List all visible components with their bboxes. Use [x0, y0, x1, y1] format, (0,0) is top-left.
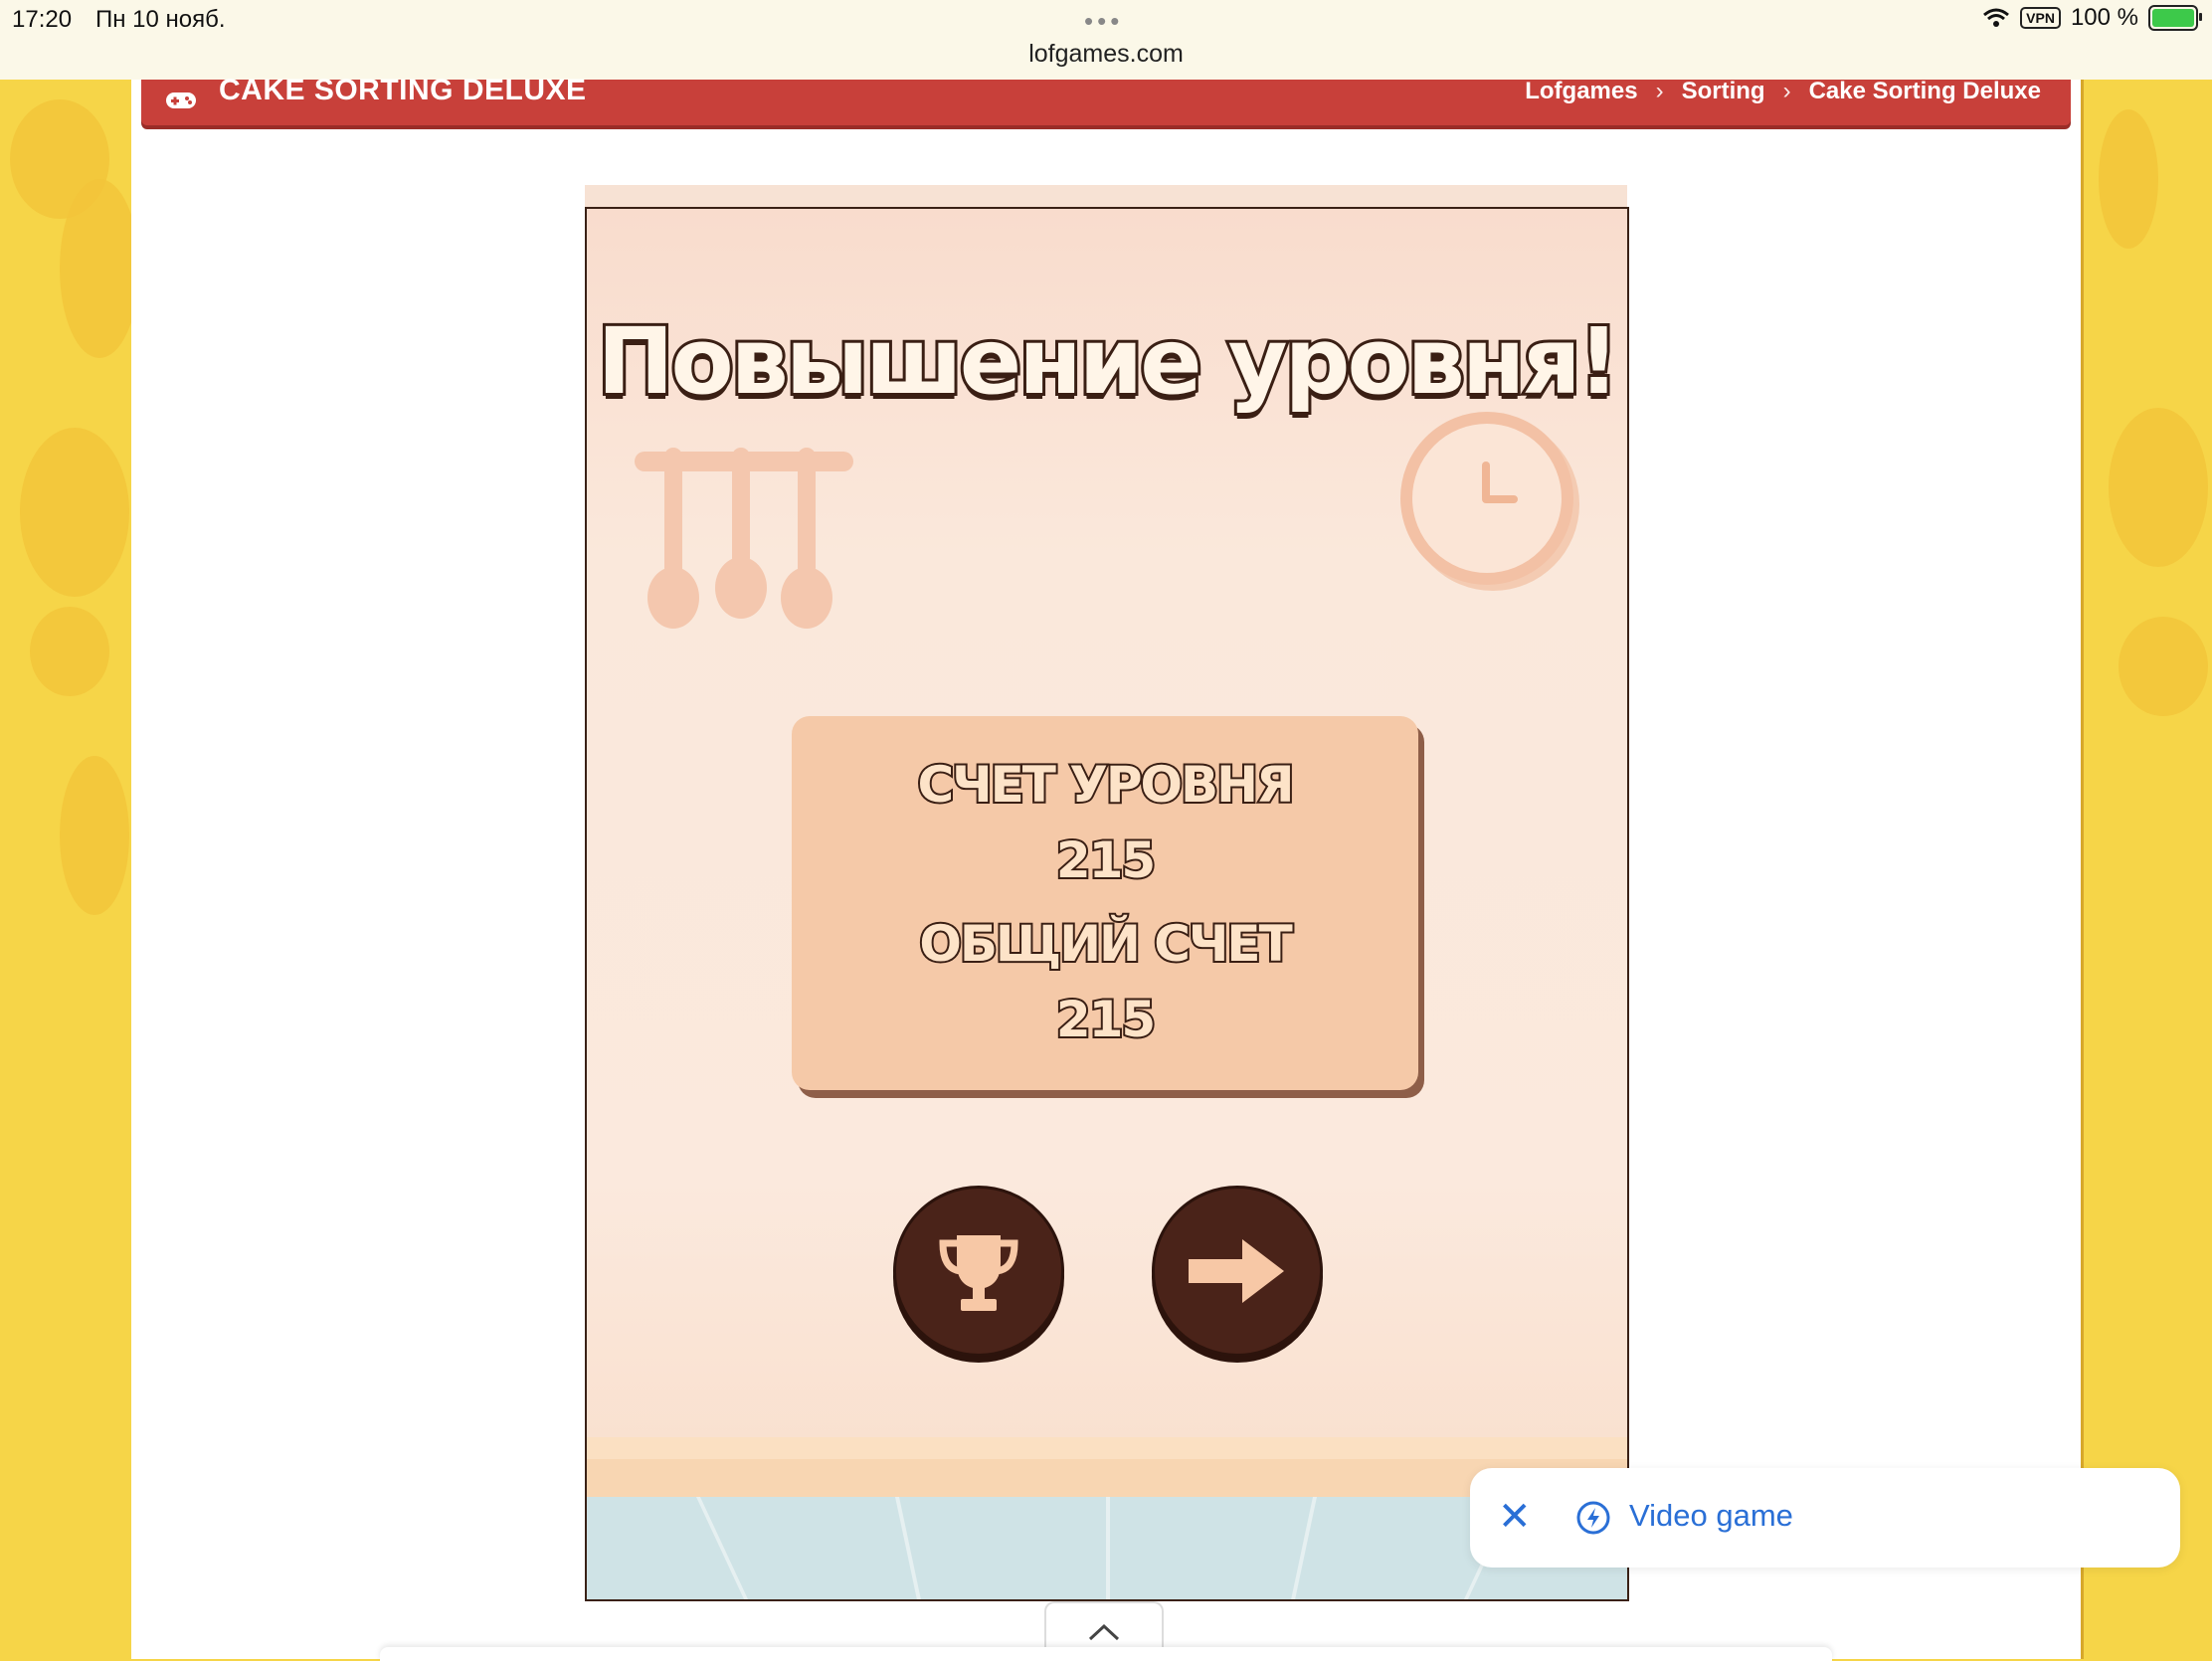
site-header: CAKE SORTING DELUXE Lofgames › Sorting ›…: [141, 74, 2071, 125]
status-date: Пн 10 нояб.: [95, 6, 226, 33]
counter-highlight: [587, 1437, 1627, 1459]
more-dots-icon[interactable]: •••: [1084, 6, 1123, 37]
game-canvas[interactable]: Повышение уровня! СЧЕТ УРОВНЯ 215 ОБЩИЙ …: [585, 207, 1629, 1601]
status-time: 17:20: [12, 6, 73, 33]
lens-icon: [1576, 1501, 1610, 1535]
battery-icon: [2148, 5, 2202, 31]
next-level-button[interactable]: [1152, 1186, 1323, 1357]
chevron-right-icon: ›: [1782, 78, 1791, 104]
background-blob: [20, 428, 129, 597]
level-up-title: Повышение уровня!: [594, 305, 1622, 418]
leaderboard-button[interactable]: [893, 1186, 1064, 1357]
breadcrumb-sorting[interactable]: Sorting: [1682, 78, 1765, 105]
gamepad-icon: [166, 92, 196, 108]
address-bar[interactable]: lofgames.com: [0, 40, 2212, 69]
chevron-up-icon: [1088, 1623, 1120, 1641]
status-indicators: VPN 100 %: [1982, 4, 2202, 32]
background-blob: [2099, 109, 2158, 249]
background-blob: [60, 179, 139, 358]
score-panel: СЧЕТ УРОВНЯ 215 ОБЩИЙ СЧЕТ 215: [792, 716, 1418, 1090]
background-blob: [2119, 617, 2208, 716]
clock-decoration: [1400, 412, 1573, 585]
page-divider: [2081, 80, 2084, 1659]
battery-percent: 100 %: [2070, 4, 2138, 31]
breadcrumb: Lofgames › Sorting › Cake Sorting Deluxe: [1525, 78, 2041, 105]
level-score-label: СЧЕТ УРОВНЯ: [916, 754, 1297, 816]
chevron-right-icon: ›: [1655, 78, 1664, 104]
total-score-value: 215: [1054, 989, 1158, 1050]
breadcrumb-current[interactable]: Cake Sorting Deluxe: [1809, 78, 2041, 105]
arrow-right-icon: [1189, 1239, 1284, 1303]
status-bar: 17:20 Пн 10 нояб. ••• lofgames.com VPN 1…: [0, 0, 2212, 80]
background-blob: [30, 607, 109, 696]
background-blob: [60, 756, 129, 915]
trophy-icon: [939, 1235, 1018, 1311]
close-icon[interactable]: ✕: [1498, 1494, 1532, 1540]
wifi-icon: [1983, 8, 2010, 27]
video-game-chip[interactable]: ✕ Video game: [1470, 1468, 2180, 1568]
breadcrumb-lofgames[interactable]: Lofgames: [1525, 78, 1637, 105]
chip-label: Video game: [1629, 1498, 1793, 1533]
vpn-badge: VPN: [2020, 7, 2061, 29]
url-text: lofgames.com: [1028, 40, 1184, 68]
game-frame-top: [585, 185, 1627, 207]
level-score-value: 215: [1054, 830, 1158, 891]
total-score-label: ОБЩИЙ СЧЕТ: [917, 913, 1294, 975]
game-title: CAKE SORTING DELUXE: [219, 74, 587, 106]
background-blob: [2109, 408, 2208, 567]
